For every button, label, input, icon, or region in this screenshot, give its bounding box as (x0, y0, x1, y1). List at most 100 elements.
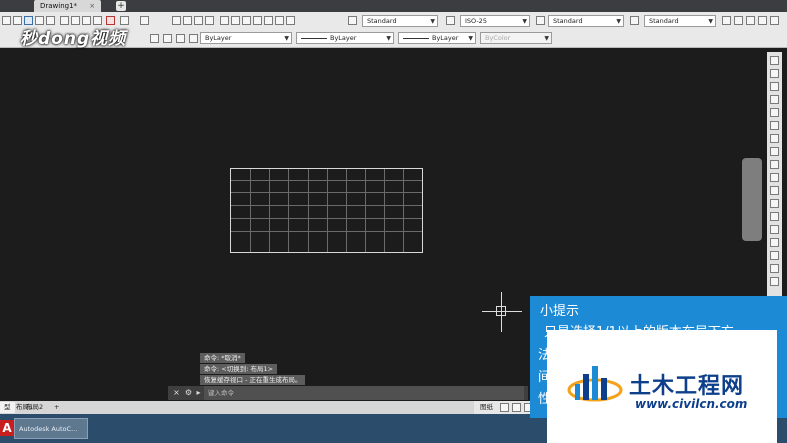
text-style-select[interactable]: Standard ▼ (362, 15, 438, 27)
scale-icon[interactable] (770, 147, 779, 156)
stretch-icon[interactable] (770, 160, 779, 169)
table-style-value: Standard (553, 17, 583, 25)
tab-drawing1[interactable]: Drawing1* × (34, 0, 102, 12)
customize-icon[interactable]: ⚙ (184, 388, 193, 398)
linetype-sample (301, 37, 327, 39)
text-style-icon (348, 16, 357, 25)
rectangle-icon[interactable] (770, 277, 779, 286)
chevron-down-icon: ▼ (468, 35, 473, 42)
color-select[interactable]: ByLayer ▼ (200, 32, 292, 44)
command-history-line: 命令: <切换到: 布局1> (200, 364, 278, 374)
drawn-grid-rectangle (230, 168, 423, 253)
lineweight-value: ByLayer (432, 34, 459, 42)
grid-line (365, 169, 366, 252)
chevron-down-icon: ▼ (386, 35, 391, 42)
plot-style-value: ByColor (485, 34, 511, 42)
video-watermark: 秒dong视频 (20, 29, 127, 49)
layer-icon[interactable] (758, 16, 767, 25)
offset-icon[interactable] (770, 95, 779, 104)
new-file-icon[interactable] (2, 16, 11, 25)
quickcalc-icon[interactable] (275, 16, 284, 25)
paper-space-toggle[interactable]: 图纸 (476, 402, 497, 413)
fillet-icon[interactable] (770, 238, 779, 247)
lineweight-sample (403, 37, 429, 39)
chamfer-icon[interactable] (770, 225, 779, 234)
make-current-icon[interactable] (176, 34, 185, 43)
crosshair-pickbox (496, 306, 506, 316)
table-style-select[interactable]: Standard ▼ (548, 15, 624, 27)
close-icon[interactable]: × (89, 0, 95, 12)
extend-icon[interactable] (770, 186, 779, 195)
pan-icon[interactable] (172, 16, 181, 25)
trim-icon[interactable] (770, 173, 779, 182)
site-url: www.civilcn.com (635, 397, 748, 411)
settings-icon[interactable] (512, 403, 521, 412)
viewport-icon[interactable] (746, 16, 755, 25)
join-icon[interactable] (770, 212, 779, 221)
multileader-style-select[interactable]: Standard ▼ (644, 15, 716, 27)
erase-icon[interactable] (770, 56, 779, 65)
table-style-icon (536, 16, 545, 25)
tool-palettes-icon[interactable] (242, 16, 251, 25)
text-style-value: Standard (367, 17, 397, 25)
dim-style-select[interactable]: ISO-25 ▼ (460, 15, 530, 27)
grid-line (269, 169, 270, 252)
linetype-select[interactable]: ByLayer ▼ (296, 32, 394, 44)
command-input[interactable]: 键入命令 (204, 386, 524, 400)
layout-icon[interactable] (734, 16, 743, 25)
chevron-down-icon: ▼ (616, 18, 621, 25)
zoom-window-icon[interactable] (194, 16, 203, 25)
redo-icon[interactable] (140, 16, 149, 25)
grid-line (327, 169, 328, 252)
workspace-icon[interactable] (722, 16, 731, 25)
explode-icon[interactable] (770, 251, 779, 260)
add-layout-button[interactable]: + (50, 402, 63, 413)
plot-style-select[interactable]: ByColor ▼ (480, 32, 552, 44)
move-icon[interactable] (770, 121, 779, 130)
chevron-down-icon: ▼ (708, 18, 713, 25)
properties-icon[interactable] (220, 16, 229, 25)
array-icon[interactable] (770, 108, 779, 117)
polygon-icon[interactable] (770, 264, 779, 273)
grid-line (384, 169, 385, 252)
markup-icon[interactable] (264, 16, 273, 25)
tab-layout2[interactable]: 布局2 (22, 402, 47, 413)
command-history-line: 恢复缓存视口 - 正在重生成布局。 (200, 375, 306, 385)
linetype-value: ByLayer (330, 34, 357, 42)
options-icon[interactable] (770, 16, 779, 25)
lineweight-select[interactable]: ByLayer ▼ (398, 32, 476, 44)
grid-line (403, 169, 404, 252)
zoom-previous-icon[interactable] (205, 16, 214, 25)
taskbar-app-button[interactable]: Autodesk AutoC... (14, 418, 88, 439)
autocad-logo-icon[interactable]: A (0, 420, 14, 436)
break-icon[interactable] (770, 199, 779, 208)
grid-line (308, 169, 309, 252)
help-icon[interactable] (286, 16, 295, 25)
building-logo-icon (567, 366, 623, 402)
snap-icon[interactable] (500, 403, 509, 412)
mirror-icon[interactable] (770, 82, 779, 91)
prompt-icon: ▸ (196, 388, 201, 397)
zoom-realtime-icon[interactable] (183, 16, 192, 25)
document-tab-bar: Drawing1* × + (0, 0, 787, 12)
sheet-set-icon[interactable] (253, 16, 262, 25)
site-name: 土木工程网 (629, 374, 745, 399)
new-tab-button[interactable]: + (116, 1, 126, 11)
design-center-icon[interactable] (231, 16, 240, 25)
dim-style-icon (446, 16, 455, 25)
command-line: × ⚙ ▸ 键入命令 (168, 386, 528, 400)
navigation-bar[interactable] (742, 158, 762, 241)
grid-line (346, 169, 347, 252)
multileader-style-value: Standard (649, 17, 679, 25)
chevron-down-icon: ▼ (430, 18, 435, 25)
copy-object-icon[interactable] (770, 69, 779, 78)
close-icon[interactable]: × (172, 388, 181, 398)
layer-state-icon[interactable] (150, 34, 159, 43)
rotate-icon[interactable] (770, 134, 779, 143)
color-icon (189, 34, 198, 43)
grid-line (250, 169, 251, 252)
chevron-down-icon: ▼ (544, 35, 549, 42)
layer-previous-icon[interactable] (163, 34, 172, 43)
chevron-down-icon: ▼ (284, 35, 289, 42)
chevron-down-icon: ▼ (522, 18, 527, 25)
